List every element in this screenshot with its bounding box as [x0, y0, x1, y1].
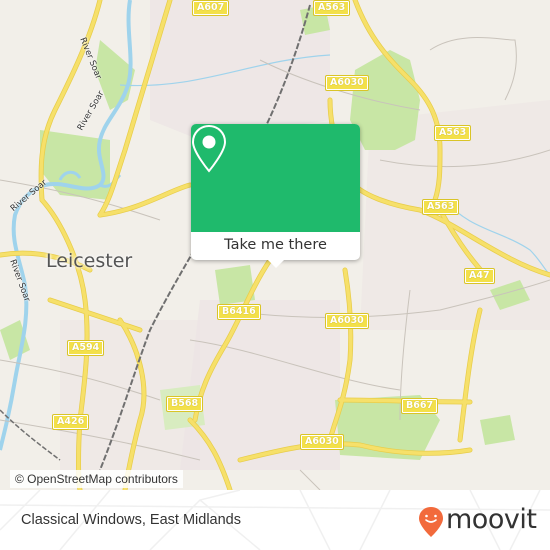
road-shield: A607	[191, 0, 230, 16]
road-shield: A563	[433, 125, 472, 141]
road-shield: A6030	[300, 434, 344, 450]
road-shield: B6416	[217, 304, 261, 320]
popup-pointer	[268, 260, 284, 268]
road-shield: B568	[165, 396, 204, 412]
footer-bar: Classical Windows, East Midlands moovit	[0, 490, 550, 550]
road-shield: A47	[464, 268, 495, 284]
map-view[interactable]: Leicester River Soar River Soar River So…	[0, 0, 550, 490]
road-shield: A6030	[325, 75, 369, 91]
road-shield: A563	[421, 199, 460, 215]
location-popup: Take me there	[191, 124, 360, 268]
take-me-there-button[interactable]: Take me there	[191, 232, 360, 260]
place-name: Classical Windows, East Midlands	[21, 512, 241, 528]
road-shield: A6030	[325, 313, 369, 329]
city-label-leicester: Leicester	[46, 250, 133, 272]
brand-name: moovit	[446, 504, 537, 535]
road-shield: A563	[312, 0, 351, 16]
road-shield: A426	[51, 414, 90, 430]
road-shield: B667	[400, 398, 439, 414]
moovit-pin-icon	[419, 507, 443, 537]
map-attribution[interactable]: © OpenStreetMap contributors	[10, 470, 183, 488]
map-pin-icon	[191, 124, 227, 173]
popup-header	[191, 124, 360, 232]
road-shield: A594	[66, 340, 105, 356]
